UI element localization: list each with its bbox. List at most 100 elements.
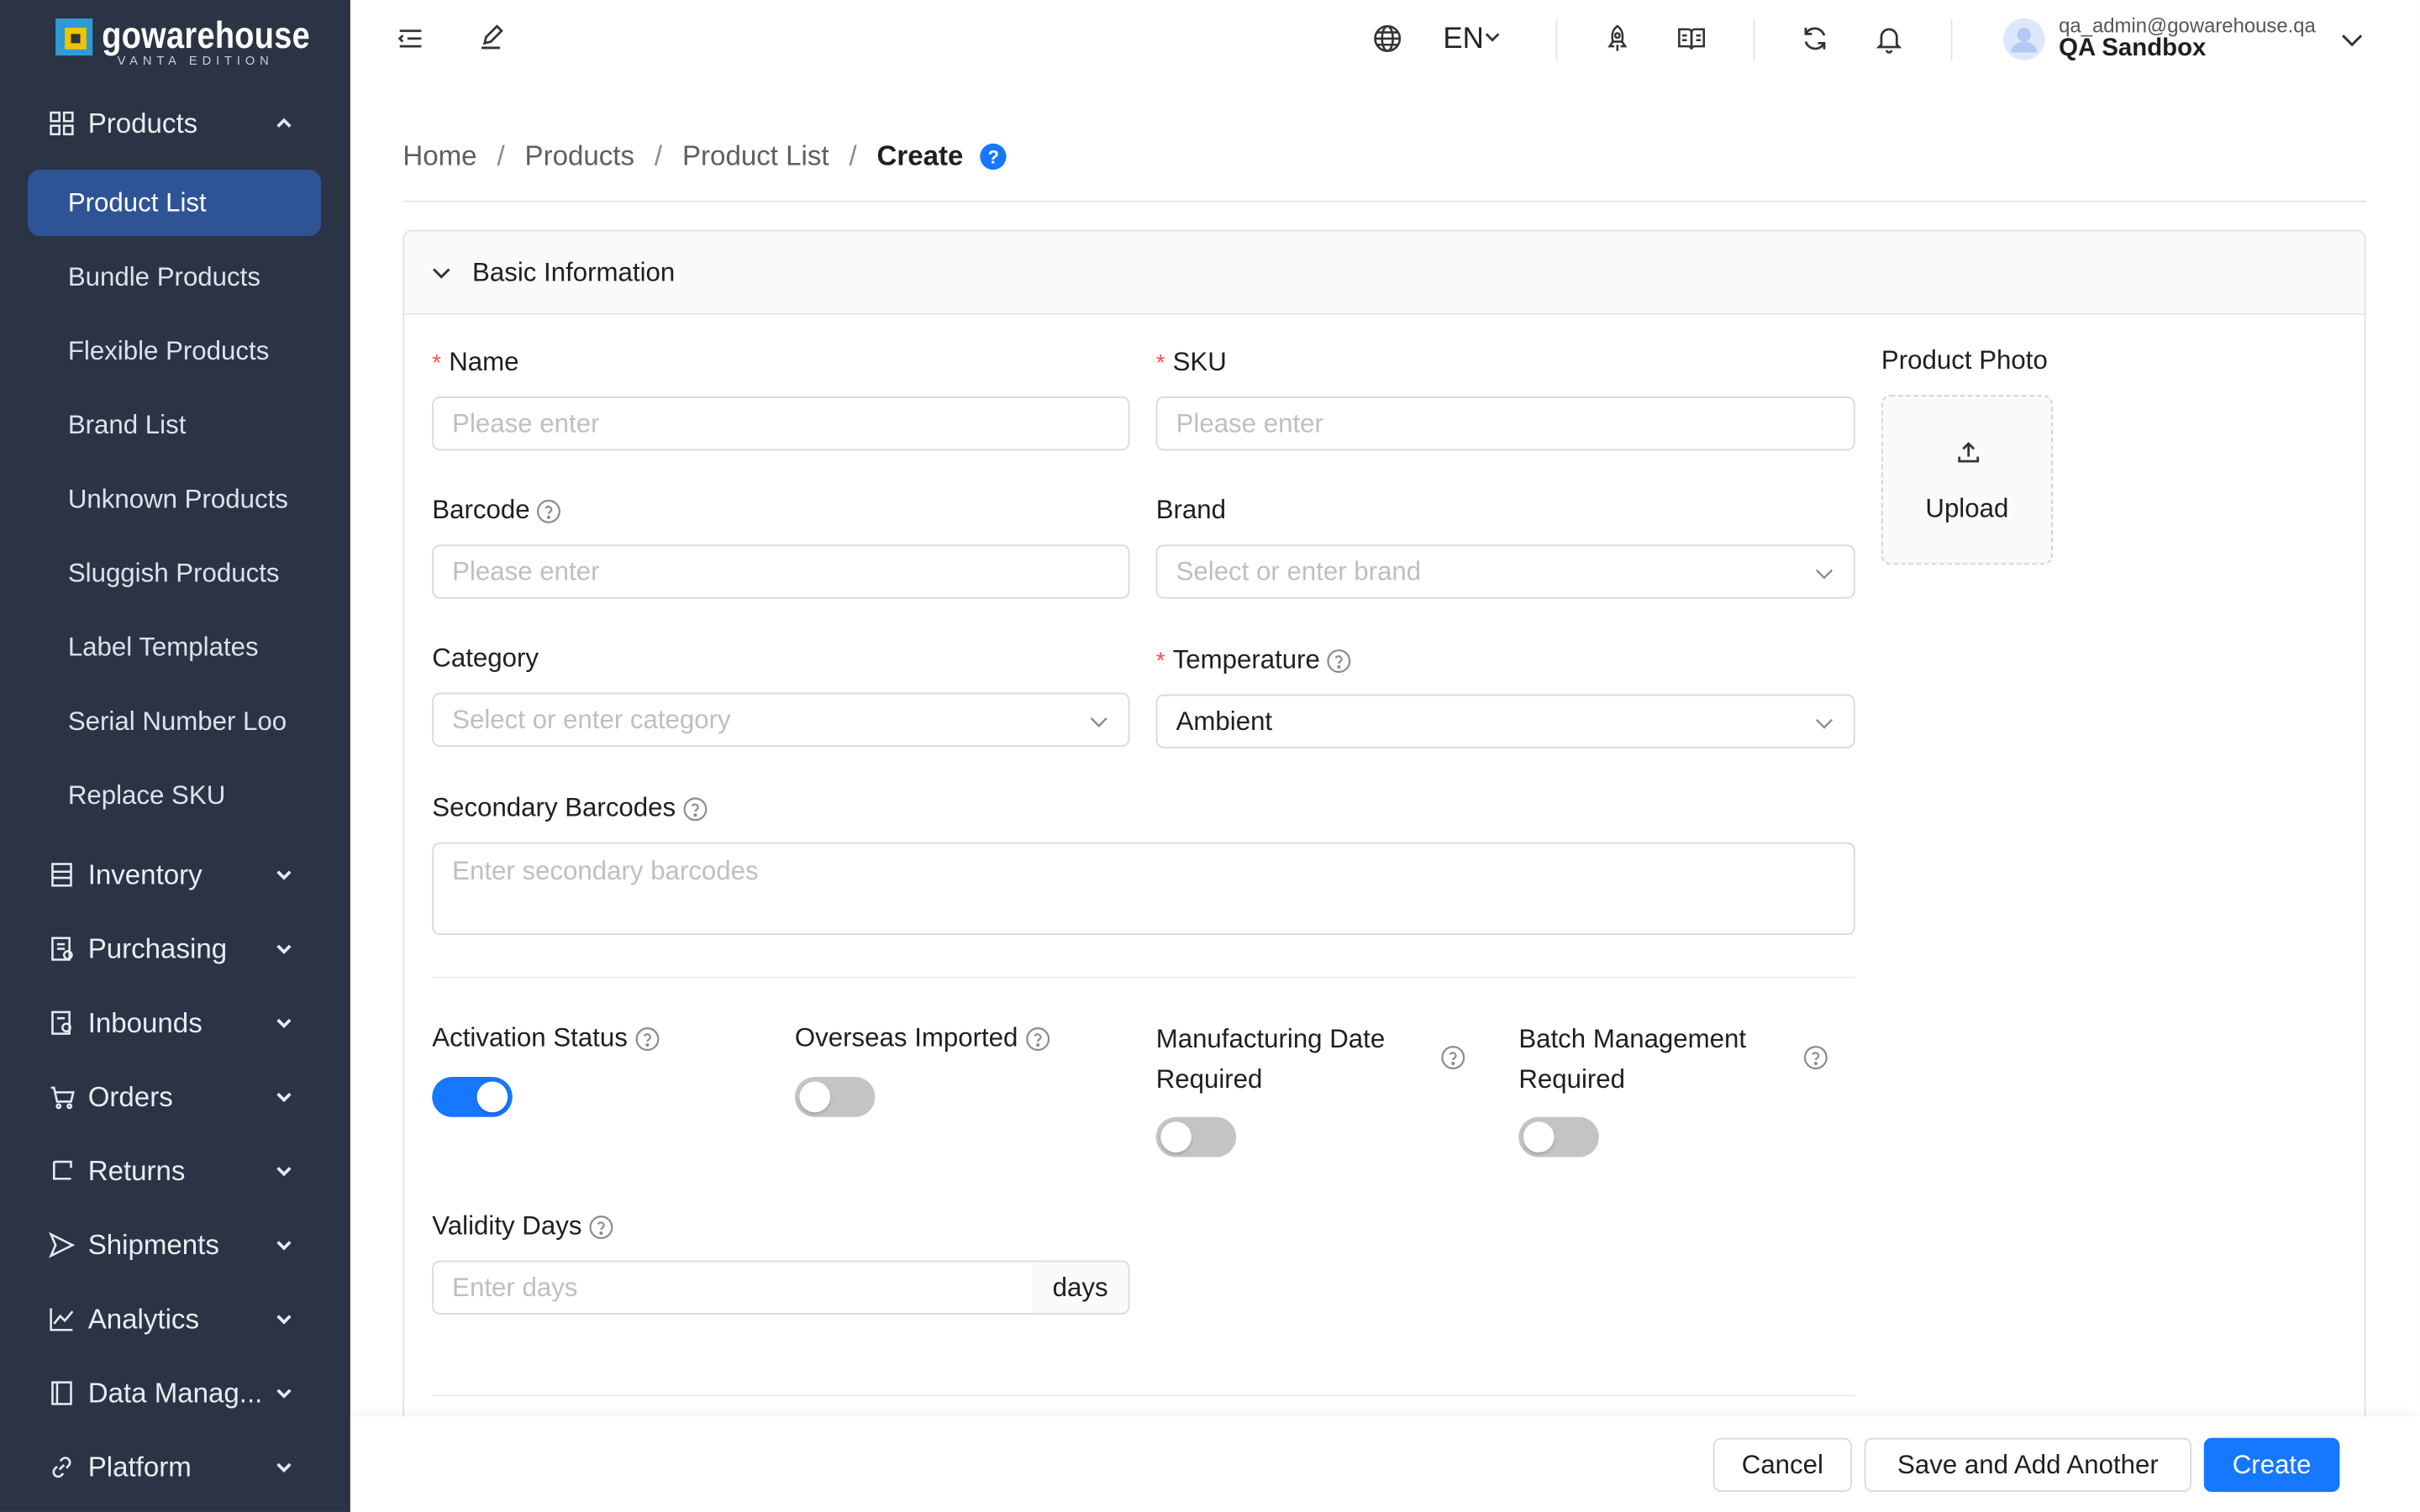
chevron-down-icon[interactable] (2338, 26, 2366, 54)
refresh-icon[interactable] (1800, 24, 1831, 55)
chevron-down-icon (1815, 718, 1833, 729)
sidebar-item-product-list[interactable]: Product List (28, 170, 322, 237)
logo-name: gowarehouse (102, 15, 311, 57)
validity-days-label-text: Validity Days (432, 1210, 582, 1241)
sidebar-group-orders[interactable]: Orders (0, 1060, 350, 1134)
chevron-down-icon (276, 1092, 292, 1103)
help-circle-icon[interactable] (682, 795, 708, 822)
help-circle-icon[interactable] (1326, 647, 1352, 673)
activation-status-label: Activation Status (432, 1023, 660, 1054)
basic-information-section: Basic Information * Name Please enter * … (402, 229, 2366, 1465)
temperature-select[interactable]: Ambient (1155, 694, 1855, 748)
sidebar-group-inventory[interactable]: Inventory (0, 837, 350, 911)
help-circle-icon[interactable] (588, 1214, 614, 1240)
sidebar-item-flexible-products[interactable]: Flexible Products (28, 318, 321, 384)
sidebar-group-shipments[interactable]: Shipments (0, 1208, 350, 1282)
language-selector[interactable]: EN (1443, 24, 1484, 57)
inbounds-icon (51, 1011, 71, 1035)
overseas-imported-label: Overseas Imported (795, 1023, 1050, 1054)
chevron-up-icon (276, 118, 292, 128)
sidebar-item-brand-list[interactable]: Brand List (28, 392, 321, 459)
breadcrumb-home[interactable]: Home (402, 140, 476, 173)
manufacturing-date-label: Manufacturing Date Required (1156, 1020, 1473, 1100)
divider (1555, 19, 1558, 60)
overseas-imported-toggle[interactable] (794, 1077, 876, 1117)
divider (402, 200, 2366, 202)
sidebar-group-data-management[interactable]: Data Manag... (0, 1356, 350, 1430)
activation-status-label-text: Activation Status (432, 1022, 628, 1053)
sidebar-group-analytics[interactable]: Analytics (0, 1282, 350, 1356)
category-select[interactable]: Select or enter category (432, 692, 1130, 747)
help-icon[interactable]: ? (980, 143, 1007, 171)
breadcrumb-product-list[interactable]: Product List (682, 140, 829, 173)
chart-icon (50, 1308, 74, 1331)
sidebar-group-inbounds[interactable]: Inbounds (0, 986, 350, 1060)
rocket-icon[interactable] (1602, 24, 1633, 55)
app-logo[interactable]: gowarehouse VANTA EDITION (55, 15, 344, 68)
divider (432, 976, 1855, 979)
chevron-down-icon[interactable] (1481, 26, 1503, 48)
sidebar-group-label: Platform (87, 1451, 192, 1483)
book-open-icon[interactable] (1676, 24, 1707, 55)
menu-fold-icon[interactable] (395, 24, 426, 55)
secondary-barcodes-label: Secondary Barcodes (432, 793, 708, 824)
secondary-barcodes-textarea[interactable]: Enter secondary barcodes (432, 842, 1855, 936)
chevron-down-icon (276, 870, 292, 880)
breadcrumb-separator: / (849, 140, 857, 171)
sku-input[interactable]: Please enter (1155, 396, 1855, 451)
batch-management-toggle[interactable] (1518, 1116, 1599, 1158)
sidebar-item-sluggish-products[interactable]: Sluggish Products (28, 540, 321, 606)
sidebar-item-serial-number-lookup[interactable]: Serial Number Loo (28, 688, 321, 754)
help-circle-icon[interactable] (1024, 1025, 1050, 1051)
category-label: Category (432, 643, 539, 673)
sidebar-item-replace-sku[interactable]: Replace SKU (28, 762, 321, 828)
help-circle-icon[interactable] (1802, 1044, 1828, 1070)
avatar[interactable] (2003, 18, 2045, 60)
grid-icon (50, 111, 74, 136)
sidebar-group-returns[interactable]: Returns (0, 1134, 350, 1208)
overseas-imported-label-text: Overseas Imported (794, 1022, 1018, 1053)
brand-select[interactable]: Select or enter brand (1155, 544, 1855, 599)
chevron-down-icon (276, 1315, 292, 1325)
name-input[interactable]: Please enter (432, 396, 1130, 451)
save-and-add-another-button[interactable]: Save and Add Another (1864, 1437, 2192, 1493)
chevron-down-icon (276, 1167, 292, 1177)
help-circle-icon[interactable] (536, 497, 562, 523)
sidebar-item-label-templates[interactable]: Label Templates (28, 614, 321, 680)
section-header[interactable]: Basic Information (404, 231, 2365, 315)
validity-days-input[interactable]: Enter days (432, 1260, 1034, 1315)
sku-label-text: SKU (1172, 347, 1227, 377)
validity-days-suffix: days (1032, 1260, 1130, 1315)
sidebar-group-products[interactable]: Products (0, 87, 350, 160)
temperature-select-value: Ambient (1176, 706, 1273, 736)
category-select-placeholder: Select or enter category (452, 704, 731, 734)
breadcrumb-products[interactable]: Products (525, 140, 634, 173)
create-button[interactable]: Create (2203, 1437, 2340, 1493)
return-icon (52, 1160, 72, 1180)
link-icon (52, 1457, 71, 1478)
help-circle-icon[interactable] (1440, 1044, 1466, 1070)
sidebar-group-label: Shipments (87, 1228, 219, 1260)
edit-icon[interactable] (476, 24, 507, 55)
sidebar-group-platform[interactable]: Platform (0, 1431, 350, 1504)
manufacturing-date-toggle[interactable] (1155, 1116, 1237, 1158)
name-label-text: Name (449, 347, 519, 377)
sidebar-group-purchasing[interactable]: Purchasing (0, 911, 350, 985)
sidebar-group-label: Inventory (87, 858, 203, 890)
cancel-button[interactable]: Cancel (1712, 1437, 1853, 1493)
user-organization[interactable]: QA Sandbox (2059, 35, 2206, 63)
barcode-input[interactable]: Please enter (432, 544, 1130, 599)
divider (1950, 19, 1953, 60)
chevron-down-icon (276, 1389, 292, 1399)
sidebar-item-unknown-products[interactable]: Unknown Products (28, 466, 321, 533)
breadcrumb-current: Create (876, 140, 964, 171)
help-circle-icon[interactable] (634, 1025, 660, 1051)
book-icon (51, 1381, 72, 1405)
globe-icon[interactable] (1372, 24, 1403, 55)
activation-status-toggle[interactable] (432, 1077, 513, 1117)
bell-icon[interactable] (1874, 24, 1905, 55)
user-email[interactable]: qa_admin@gowarehouse.qa (2059, 14, 2316, 38)
purchasing-icon (51, 937, 73, 961)
sidebar-item-bundle-products[interactable]: Bundle Products (28, 244, 321, 310)
upload-button[interactable]: Upload (1881, 395, 2053, 565)
